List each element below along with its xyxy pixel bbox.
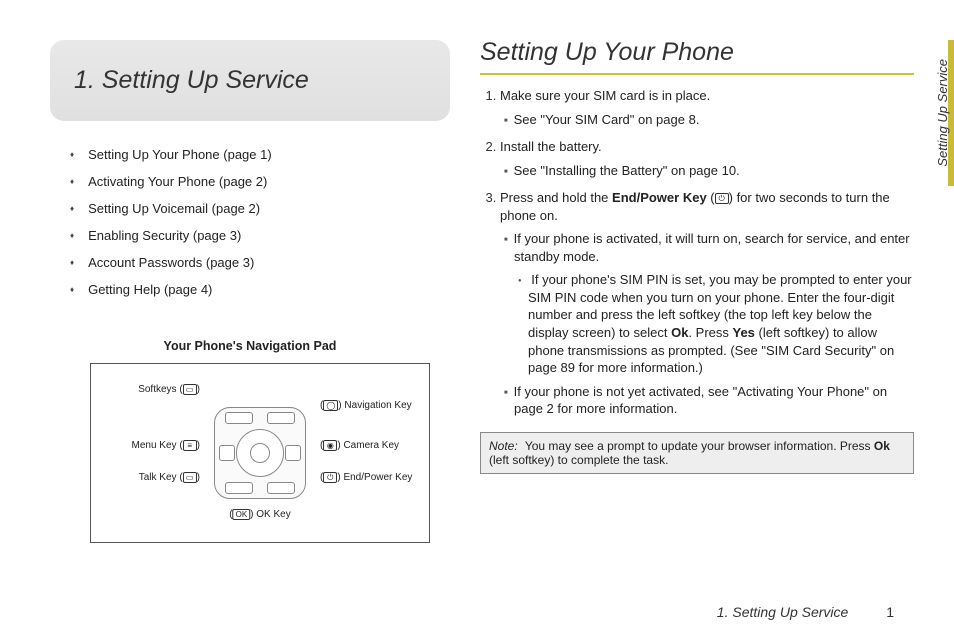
section-rule	[480, 73, 914, 75]
note-box: Note: You may see a prompt to update you…	[480, 432, 914, 474]
step-2-sub: See "Installing the Battery" on page 10.	[500, 162, 914, 180]
toc-item: Setting Up Your Phone (page 1)	[70, 143, 450, 170]
label-menu-key: Menu Key (≡)	[132, 440, 200, 451]
step-1-sub: See "Your SIM Card" on page 8.	[500, 111, 914, 129]
step-3-sub-c: If your phone is not yet activated, see …	[500, 383, 914, 418]
page-footer: 1. Setting Up Service 1	[717, 604, 894, 620]
label-ok-key: (OK) OK Key	[229, 509, 290, 520]
label-camera-key: (◉) Camera Key	[320, 440, 399, 451]
label-navigation-key: (◯) Navigation Key	[320, 400, 412, 411]
label-talk-key: Talk Key (▭)	[139, 472, 200, 483]
toc-list: Setting Up Your Phone (page 1) Activatin…	[50, 143, 450, 305]
page-number: 1	[886, 604, 894, 620]
diagram-title: Your Phone's Navigation Pad	[50, 339, 450, 353]
menu-key-icon: ≡	[183, 440, 197, 451]
toc-item: Getting Help (page 4)	[70, 278, 450, 305]
phone-pad-illustration	[214, 407, 306, 499]
talk-key-icon: ▭	[183, 472, 197, 483]
step-3-sub-a: If your phone is activated, it will turn…	[500, 230, 914, 265]
toc-item: Account Passwords (page 3)	[70, 251, 450, 278]
label-softkeys: Softkeys (▭)	[138, 384, 200, 395]
ok-key-icon: OK	[233, 509, 251, 520]
chapter-heading-box: 1. Setting Up Service	[50, 40, 450, 121]
note-label: Note:	[489, 439, 518, 453]
section-title: Setting Up Your Phone	[480, 38, 914, 67]
step-1: Make sure your SIM card is in place. See…	[500, 87, 914, 128]
toc-item: Activating Your Phone (page 2)	[70, 170, 450, 197]
label-end-power-key: (⏻) End/Power Key	[320, 472, 412, 483]
step-2: Install the battery. See "Installing the…	[500, 138, 914, 179]
steps-list: Make sure your SIM card is in place. See…	[480, 87, 914, 418]
navigation-pad-diagram: Softkeys (▭) Menu Key (≡) Talk Key (▭) (…	[90, 363, 430, 543]
end-power-key-icon: ⏻	[715, 193, 729, 204]
toc-item: Setting Up Voicemail (page 2)	[70, 197, 450, 224]
footer-text: 1. Setting Up Service	[717, 604, 849, 620]
softkey-icon: ▭	[183, 384, 197, 395]
nav-key-icon: ◯	[323, 400, 338, 411]
step-3: Press and hold the End/Power Key (⏻) for…	[500, 189, 914, 418]
step-3-bullet: If your phone's SIM PIN is set, you may …	[500, 271, 914, 376]
toc-item: Enabling Security (page 3)	[70, 224, 450, 251]
end-power-key-icon: ⏻	[323, 472, 337, 483]
chapter-title: 1. Setting Up Service	[74, 66, 426, 95]
camera-key-icon: ◉	[323, 440, 337, 451]
